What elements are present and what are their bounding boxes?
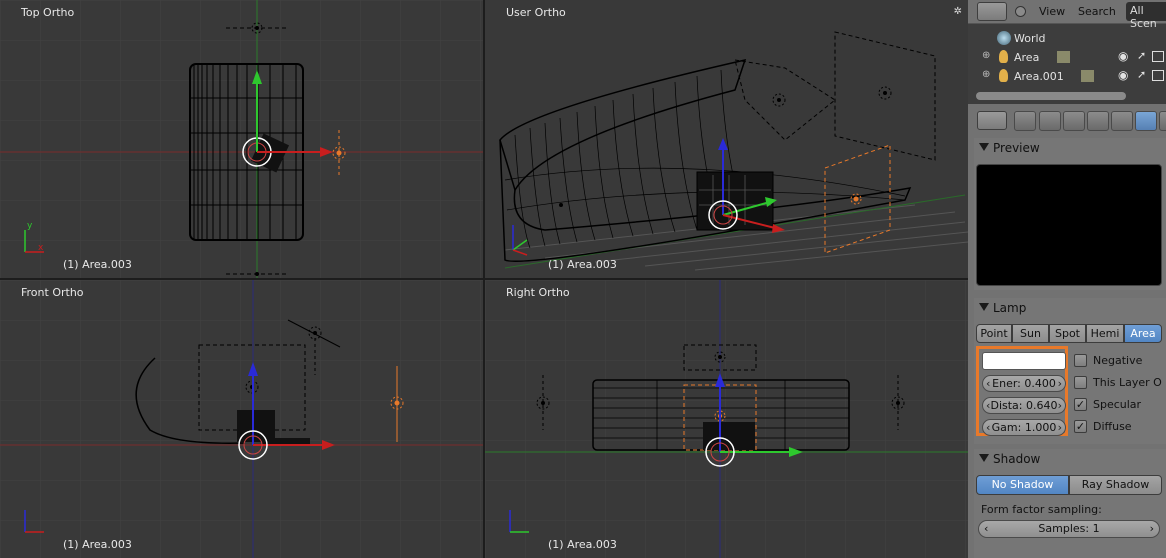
lamp-type-area[interactable]: Area: [1124, 324, 1162, 343]
viewport-title: User Ortho: [506, 6, 566, 19]
properties-header: [968, 107, 1166, 135]
expand-icon[interactable]: ⊕: [982, 50, 990, 61]
lamp-panel: Lamp Point Sun Spot Hemi Area Ener: 0.40…: [974, 298, 1166, 444]
selectable-cursor-icon[interactable]: ➚: [1137, 68, 1146, 81]
lamp-values-highlight: Ener: 0.400 Dista: 0.640 Gam: 1.000: [976, 346, 1068, 436]
panel-title: Lamp: [993, 301, 1027, 315]
right-ortho-scene: [485, 280, 968, 558]
outliner-header: View Search All Scen: [968, 0, 1166, 30]
render-tab-icon[interactable]: [1014, 111, 1036, 131]
panel-title: Shadow: [993, 452, 1041, 466]
viewport-settings-icon[interactable]: ✲: [954, 6, 962, 17]
checkbox-box[interactable]: [1074, 376, 1087, 389]
checkmark-icon[interactable]: ✓: [1074, 420, 1087, 433]
preview-panel-header[interactable]: Preview: [974, 138, 1166, 160]
scene-selector[interactable]: All Scen: [1126, 2, 1166, 30]
collapse-triangle-icon: [979, 143, 989, 151]
lamp-type-point[interactable]: Point: [976, 324, 1012, 343]
outliner-item-world[interactable]: World: [968, 29, 1166, 48]
distance-field[interactable]: Dista: 0.640: [982, 397, 1066, 414]
energy-field[interactable]: Ener: 0.400: [982, 375, 1066, 392]
visibility-eye-icon[interactable]: ◉: [1118, 68, 1128, 82]
checkmark-icon[interactable]: ✓: [1074, 398, 1087, 411]
active-object-label: (1) Area.003: [63, 538, 132, 551]
viewport-top-ortho[interactable]: y x Top Ortho (1) Area.003: [0, 0, 483, 278]
samples-field[interactable]: Samples: 1: [978, 520, 1160, 538]
editor-type-button[interactable]: [977, 111, 1007, 130]
texture-tab-icon[interactable]: [1159, 111, 1166, 131]
viewport-title: Front Ortho: [21, 286, 84, 299]
collapse-icon[interactable]: [1015, 6, 1026, 17]
checkbox-label: Diffuse: [1093, 420, 1132, 433]
viewport-title: Top Ortho: [21, 6, 75, 19]
render-layers-tab-icon[interactable]: [1039, 111, 1061, 131]
search-menu[interactable]: Search: [1078, 5, 1116, 18]
outliner-panel: View Search All Scen World ⊕ Area ◉ ➚ ⊕ …: [968, 0, 1166, 104]
lamp-panel-header[interactable]: Lamp: [974, 298, 1166, 320]
outliner-item-label: Area: [1014, 51, 1040, 64]
outliner-item-area-001[interactable]: ⊕ Area.001 ◉ ➚: [968, 67, 1166, 86]
preview-panel: Preview: [974, 138, 1166, 290]
shadow-panel-header[interactable]: Shadow: [974, 449, 1166, 471]
ray-shadow-button[interactable]: Ray Shadow: [1069, 475, 1162, 495]
lamp-data-icon: [1057, 51, 1070, 63]
lamp-color-field[interactable]: [982, 352, 1066, 370]
constraints-tab-icon[interactable]: [1111, 111, 1133, 131]
active-object-label: (1) Area.003: [548, 538, 617, 551]
render-camera-icon[interactable]: [1152, 70, 1164, 81]
expand-icon[interactable]: ⊕: [982, 69, 990, 80]
visibility-eye-icon[interactable]: ◉: [1118, 49, 1128, 63]
front-ortho-scene: [0, 280, 483, 558]
panel-title: Preview: [993, 141, 1040, 155]
world-tab-icon[interactable]: [1063, 111, 1085, 131]
top-ortho-scene: y x: [0, 0, 483, 278]
outliner-item-area[interactable]: ⊕ Area ◉ ➚: [968, 48, 1166, 67]
shadow-panel: Shadow No Shadow Ray Shadow Form factor …: [974, 449, 1166, 558]
viewport-user-ortho[interactable]: User Ortho ✲ (1) Area.003: [485, 0, 968, 278]
lamp-type-spot[interactable]: Spot: [1049, 324, 1086, 343]
lamp-icon: [999, 69, 1008, 82]
gamma-field[interactable]: Gam: 1.000: [982, 419, 1066, 436]
world-icon: [997, 31, 1011, 45]
active-object-label: (1) Area.003: [63, 258, 132, 271]
collapse-triangle-icon: [979, 303, 989, 311]
selectable-cursor-icon[interactable]: ➚: [1137, 49, 1146, 62]
viewport-front-ortho[interactable]: Front Ortho (1) Area.003: [0, 280, 483, 558]
object-tab-icon[interactable]: [1087, 111, 1109, 131]
svg-text:x: x: [38, 243, 44, 253]
checkbox-box[interactable]: [1074, 354, 1087, 367]
lamp-type-sun[interactable]: Sun: [1012, 324, 1049, 343]
outliner-scrollbar[interactable]: [976, 92, 1126, 100]
checkbox-label: Specular: [1093, 398, 1142, 411]
collapse-triangle-icon: [979, 454, 989, 462]
view-menu[interactable]: View: [1039, 5, 1065, 18]
right-sidebar: View Search All Scen World ⊕ Area ◉ ➚ ⊕ …: [968, 0, 1166, 558]
lamp-data-tab-icon[interactable]: [1135, 111, 1157, 131]
active-object-label: (1) Area.003: [548, 258, 617, 271]
svg-text:y: y: [27, 221, 33, 231]
checkbox-label: Negative: [1093, 354, 1143, 367]
lamp-data-icon: [1081, 70, 1094, 82]
lamp-type-selector: Point Sun Spot Hemi Area: [976, 324, 1162, 343]
viewport-splitter-horizontal[interactable]: [0, 278, 968, 280]
user-ortho-scene: [499, 31, 968, 271]
lamp-preview: [976, 164, 1162, 286]
render-camera-icon[interactable]: [1152, 51, 1164, 62]
no-shadow-button[interactable]: No Shadow: [976, 475, 1069, 495]
outliner-item-label: Area.001: [1014, 70, 1064, 83]
lamp-icon: [999, 50, 1008, 63]
viewport-right-ortho[interactable]: Right Ortho (1) Area.003: [485, 280, 968, 558]
checkbox-label: This Layer O: [1093, 376, 1162, 389]
viewport-title: Right Ortho: [506, 286, 570, 299]
form-factor-label: Form factor sampling:: [981, 503, 1102, 516]
outliner-item-label: World: [1014, 32, 1046, 45]
shadow-mode-selector: No Shadow Ray Shadow: [976, 475, 1162, 495]
editor-type-button[interactable]: [977, 2, 1007, 21]
lamp-type-hemi[interactable]: Hemi: [1086, 324, 1124, 343]
